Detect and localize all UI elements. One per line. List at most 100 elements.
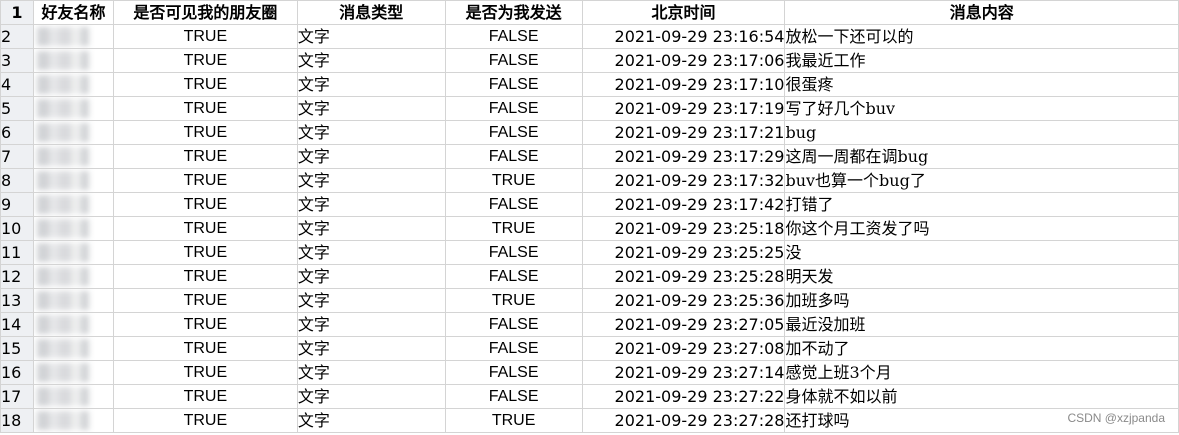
time-cell[interactable]: 2021-09-29 23:25:18 <box>581 216 786 241</box>
message-content-cell[interactable]: 身体就不如以前 <box>784 384 1179 409</box>
row-number[interactable]: 8 <box>0 168 34 193</box>
message-type-cell[interactable]: 文字 <box>296 96 446 121</box>
visible-cell[interactable]: TRUE <box>112 48 298 73</box>
row-number[interactable]: 5 <box>0 96 34 121</box>
visible-cell[interactable]: TRUE <box>112 336 298 361</box>
friend-name-cell-redacted[interactable] <box>32 48 114 73</box>
row-number[interactable]: 14 <box>0 312 34 337</box>
row-number[interactable]: 18 <box>0 408 34 433</box>
visible-cell[interactable]: TRUE <box>112 240 298 265</box>
message-type-cell[interactable]: 文字 <box>296 24 446 49</box>
visible-cell[interactable]: TRUE <box>112 144 298 169</box>
row-number[interactable]: 2 <box>0 24 34 49</box>
visible-cell[interactable]: TRUE <box>112 168 298 193</box>
row-number[interactable]: 9 <box>0 192 34 217</box>
sent-by-me-cell[interactable]: TRUE <box>444 168 583 193</box>
row-number[interactable]: 4 <box>0 72 34 97</box>
row-number[interactable]: 6 <box>0 120 34 145</box>
row-number[interactable]: 17 <box>0 384 34 409</box>
header-beijing-time[interactable]: 北京时间 <box>581 0 786 25</box>
friend-name-cell-redacted[interactable] <box>32 120 114 145</box>
message-content-cell[interactable]: buv也算一个bug了 <box>784 168 1179 193</box>
message-content-cell[interactable]: 打错了 <box>784 192 1179 217</box>
friend-name-cell-redacted[interactable] <box>32 24 114 49</box>
message-content-cell[interactable]: 明天发 <box>784 264 1179 289</box>
time-cell[interactable]: 2021-09-29 23:17:21 <box>581 120 786 145</box>
message-type-cell[interactable]: 文字 <box>296 216 446 241</box>
friend-name-cell-redacted[interactable] <box>32 192 114 217</box>
time-cell[interactable]: 2021-09-29 23:17:19 <box>581 96 786 121</box>
visible-cell[interactable]: TRUE <box>112 288 298 313</box>
visible-cell[interactable]: TRUE <box>112 120 298 145</box>
friend-name-cell-redacted[interactable] <box>32 168 114 193</box>
friend-name-cell-redacted[interactable] <box>32 408 114 433</box>
friend-name-cell-redacted[interactable] <box>32 144 114 169</box>
row-number[interactable]: 7 <box>0 144 34 169</box>
time-cell[interactable]: 2021-09-29 23:17:10 <box>581 72 786 97</box>
row-number[interactable]: 10 <box>0 216 34 241</box>
friend-name-cell-redacted[interactable] <box>32 360 114 385</box>
message-type-cell[interactable]: 文字 <box>296 360 446 385</box>
visible-cell[interactable]: TRUE <box>112 96 298 121</box>
row-number[interactable]: 15 <box>0 336 34 361</box>
time-cell[interactable]: 2021-09-29 23:17:29 <box>581 144 786 169</box>
message-type-cell[interactable]: 文字 <box>296 72 446 97</box>
message-type-cell[interactable]: 文字 <box>296 192 446 217</box>
friend-name-cell-redacted[interactable] <box>32 72 114 97</box>
message-content-cell[interactable]: 感觉上班3个月 <box>784 360 1179 385</box>
row-number[interactable]: 12 <box>0 264 34 289</box>
sent-by-me-cell[interactable]: FALSE <box>444 240 583 265</box>
message-content-cell[interactable]: 我最近工作 <box>784 48 1179 73</box>
header-message-content[interactable]: 消息内容 <box>784 0 1179 25</box>
message-content-cell[interactable]: 很蛋疼 <box>784 72 1179 97</box>
sent-by-me-cell[interactable]: TRUE <box>444 216 583 241</box>
friend-name-cell-redacted[interactable] <box>32 384 114 409</box>
message-content-cell[interactable]: 你这个月工资发了吗 <box>784 216 1179 241</box>
sent-by-me-cell[interactable]: FALSE <box>444 24 583 49</box>
message-content-cell[interactable]: 加不动了 <box>784 336 1179 361</box>
friend-name-cell-redacted[interactable] <box>32 312 114 337</box>
message-type-cell[interactable]: 文字 <box>296 240 446 265</box>
row-number[interactable]: 11 <box>0 240 34 265</box>
message-type-cell[interactable]: 文字 <box>296 312 446 337</box>
sent-by-me-cell[interactable]: FALSE <box>444 144 583 169</box>
message-type-cell[interactable]: 文字 <box>296 120 446 145</box>
sent-by-me-cell[interactable]: FALSE <box>444 120 583 145</box>
message-type-cell[interactable]: 文字 <box>296 264 446 289</box>
header-sent-by-me[interactable]: 是否为我发送 <box>444 0 583 25</box>
message-type-cell[interactable]: 文字 <box>296 288 446 313</box>
time-cell[interactable]: 2021-09-29 23:27:14 <box>581 360 786 385</box>
header-friend-name[interactable]: 好友名称 <box>32 0 114 25</box>
time-cell[interactable]: 2021-09-29 23:17:32 <box>581 168 786 193</box>
message-content-cell[interactable]: 加班多吗 <box>784 288 1179 313</box>
message-content-cell[interactable]: 写了好几个buv <box>784 96 1179 121</box>
visible-cell[interactable]: TRUE <box>112 216 298 241</box>
friend-name-cell-redacted[interactable] <box>32 336 114 361</box>
visible-cell[interactable]: TRUE <box>112 312 298 337</box>
sent-by-me-cell[interactable]: FALSE <box>444 96 583 121</box>
time-cell[interactable]: 2021-09-29 23:27:08 <box>581 336 786 361</box>
sent-by-me-cell[interactable]: FALSE <box>444 192 583 217</box>
row-number[interactable]: 16 <box>0 360 34 385</box>
time-cell[interactable]: 2021-09-29 23:17:42 <box>581 192 786 217</box>
message-type-cell[interactable]: 文字 <box>296 144 446 169</box>
time-cell[interactable]: 2021-09-29 23:25:28 <box>581 264 786 289</box>
friend-name-cell-redacted[interactable] <box>32 96 114 121</box>
row-number[interactable]: 3 <box>0 48 34 73</box>
visible-cell[interactable]: TRUE <box>112 264 298 289</box>
friend-name-cell-redacted[interactable] <box>32 288 114 313</box>
time-cell[interactable]: 2021-09-29 23:27:22 <box>581 384 786 409</box>
visible-cell[interactable]: TRUE <box>112 408 298 433</box>
header-visible-to-moments[interactable]: 是否可见我的朋友圈 <box>112 0 298 25</box>
message-type-cell[interactable]: 文字 <box>296 336 446 361</box>
friend-name-cell-redacted[interactable] <box>32 240 114 265</box>
message-content-cell[interactable]: 这周一周都在调bug <box>784 144 1179 169</box>
sent-by-me-cell[interactable]: FALSE <box>444 384 583 409</box>
visible-cell[interactable]: TRUE <box>112 384 298 409</box>
time-cell[interactable]: 2021-09-29 23:27:28 <box>581 408 786 433</box>
header-message-type[interactable]: 消息类型 <box>296 0 446 25</box>
time-cell[interactable]: 2021-09-29 23:25:25 <box>581 240 786 265</box>
sent-by-me-cell[interactable]: FALSE <box>444 360 583 385</box>
sent-by-me-cell[interactable]: TRUE <box>444 288 583 313</box>
message-type-cell[interactable]: 文字 <box>296 384 446 409</box>
